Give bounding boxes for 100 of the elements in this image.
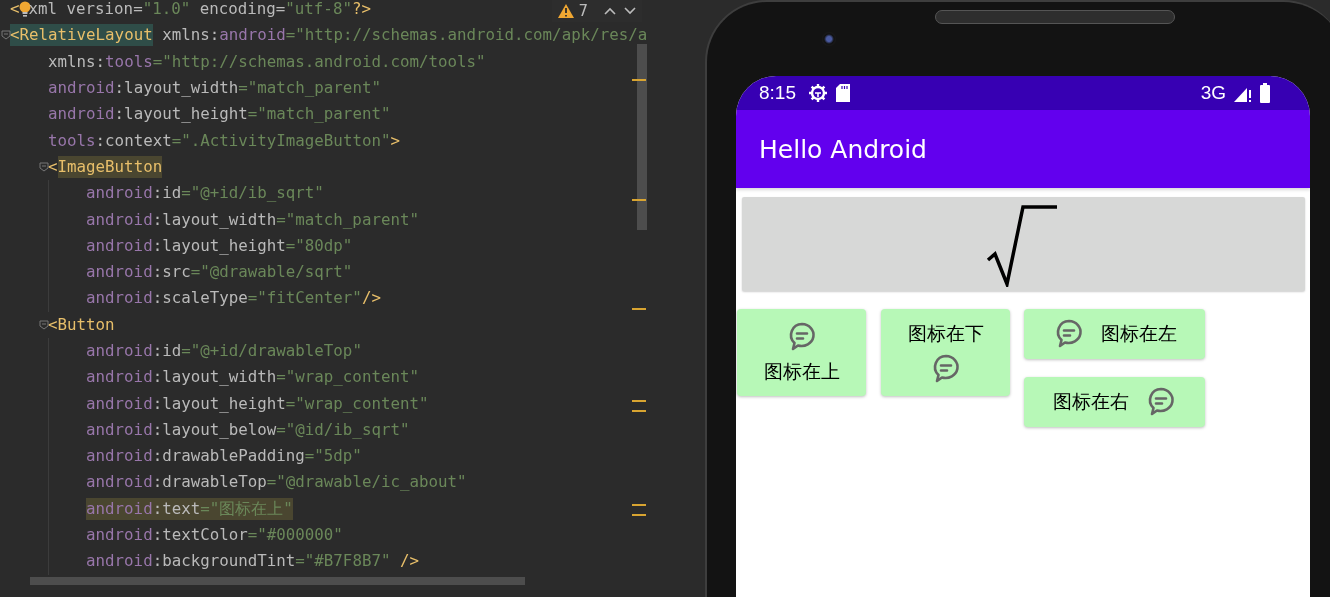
code-token: ="80dp" bbox=[285, 234, 353, 257]
code-token: ?> bbox=[351, 0, 371, 21]
code-token: ="@drawable/sqrt" bbox=[190, 261, 353, 284]
code-token: < bbox=[10, 24, 20, 47]
code-token: /> bbox=[361, 287, 381, 310]
warning-icon bbox=[558, 4, 575, 18]
code-token: :drawablePadding bbox=[152, 445, 305, 468]
code-token: ="#B7F8B7" bbox=[295, 550, 391, 573]
code-token: "utf-8" bbox=[285, 0, 352, 21]
code-token: :src bbox=[152, 261, 191, 284]
code-token: ="match_parent" bbox=[247, 103, 391, 126]
button-label: 图标在右 bbox=[1052, 389, 1129, 414]
code-token: android bbox=[86, 524, 153, 547]
code-token: :drawableTop bbox=[152, 471, 267, 494]
warning-marker[interactable] bbox=[632, 400, 646, 412]
code-token: :id bbox=[152, 182, 182, 205]
code-token: encoding= bbox=[198, 0, 286, 21]
code-token: android bbox=[86, 340, 153, 362]
warning-marker[interactable] bbox=[632, 79, 646, 81]
code-token: android bbox=[86, 287, 153, 310]
code-token: :layout_height bbox=[152, 392, 286, 415]
code-token: ="@+id/drawableTop" bbox=[181, 340, 362, 362]
code-token: ="wrap_content" bbox=[285, 392, 429, 415]
code-token: "1.0" bbox=[142, 0, 191, 21]
code-token: ="5dp" bbox=[304, 445, 362, 468]
code-token: ="#000000" bbox=[247, 524, 343, 547]
code-token: tools bbox=[48, 129, 96, 152]
code-token: :backgroundTint bbox=[152, 550, 296, 573]
code-token: xmlns: bbox=[161, 24, 220, 47]
code-token: :layout_height bbox=[114, 103, 248, 126]
code-token: < bbox=[48, 313, 58, 336]
warning-marker[interactable] bbox=[632, 504, 646, 516]
code-token: < bbox=[48, 155, 58, 178]
code-token: tools bbox=[105, 50, 153, 73]
code-token: android bbox=[219, 24, 286, 47]
fold-icon[interactable] bbox=[39, 319, 50, 330]
code-token: android bbox=[86, 418, 153, 441]
camera-lens bbox=[822, 32, 836, 46]
fold-icon[interactable] bbox=[1, 30, 11, 41]
code-token: xmlns: bbox=[48, 50, 106, 73]
code-token: :context bbox=[95, 129, 172, 152]
code-token: < bbox=[10, 0, 20, 21]
square-root-icon bbox=[986, 205, 1058, 287]
warning-marker[interactable] bbox=[632, 199, 646, 201]
code-token: :layout_height bbox=[152, 234, 286, 257]
code-token: Button bbox=[57, 313, 115, 336]
button-label: 图标在下 bbox=[907, 320, 984, 346]
sd-card-icon bbox=[836, 84, 850, 102]
code-token: =".ActivityImageButton" bbox=[171, 129, 391, 152]
battery-icon bbox=[1260, 83, 1270, 103]
code-token: android bbox=[86, 471, 153, 494]
lightbulb-icon[interactable] bbox=[18, 0, 31, 19]
warning-marker[interactable] bbox=[632, 308, 646, 310]
code-token: android bbox=[86, 208, 153, 231]
code-token: ="fitCenter" bbox=[247, 287, 362, 310]
code-token: android bbox=[86, 182, 153, 205]
code-token: RelativeLayout bbox=[19, 24, 153, 47]
code-token: :textColor bbox=[152, 524, 248, 547]
code-token: :layout_below bbox=[152, 418, 277, 441]
code-token: android bbox=[86, 234, 153, 257]
code-token: android bbox=[48, 77, 115, 100]
gear-icon bbox=[808, 83, 828, 103]
button-label: 图标在上 bbox=[763, 358, 840, 384]
button[interactable]: 图标在上 bbox=[737, 309, 866, 396]
code-token: ="match_parent" bbox=[276, 208, 419, 231]
code-token: :scaleType bbox=[152, 287, 248, 310]
fold-icon[interactable] bbox=[39, 161, 50, 172]
caret-up-icon[interactable] bbox=[604, 7, 616, 15]
code-token: android bbox=[86, 550, 153, 573]
code-token: android bbox=[86, 261, 153, 284]
code-token: ="@drawable/ic_about" bbox=[266, 471, 467, 494]
code-token: ="@+id/ib_sqrt" bbox=[181, 182, 324, 205]
status-time: 8:15 bbox=[759, 82, 796, 104]
code-token: ="match_parent" bbox=[238, 77, 381, 100]
scrollbar-thumb[interactable] bbox=[637, 44, 647, 230]
code-token: :layout_width bbox=[114, 77, 239, 100]
button[interactable]: 图标在右 bbox=[1024, 377, 1205, 427]
code-token: > bbox=[390, 129, 400, 152]
code-token: ="wrap_content" bbox=[276, 366, 419, 389]
caret-down-icon[interactable] bbox=[624, 7, 636, 15]
network-type: 3G bbox=[1200, 82, 1226, 104]
code-token: android bbox=[86, 445, 153, 468]
scrollbar-thumb[interactable] bbox=[30, 577, 525, 585]
code-token: android bbox=[48, 103, 115, 126]
code-token: android bbox=[86, 366, 153, 389]
code-token: xml version= bbox=[28, 0, 143, 21]
warning-count: 7 bbox=[578, 2, 588, 20]
code-token: ="图标在上" bbox=[200, 497, 293, 520]
code-token: android bbox=[86, 497, 153, 520]
button-label: 图标在左 bbox=[1100, 321, 1177, 346]
button[interactable]: 图标在左 bbox=[1024, 309, 1205, 359]
code-token: ="http://schemas.android.com/apk/res/a bbox=[285, 24, 648, 47]
code-token: /> bbox=[398, 550, 419, 573]
code-token: :text bbox=[152, 497, 201, 520]
code-token: ImageButton bbox=[57, 155, 163, 178]
code-token: :layout_width bbox=[152, 366, 277, 389]
button[interactable]: 图标在下 bbox=[881, 309, 1010, 396]
code-token: ="@id/ib_sqrt" bbox=[276, 418, 410, 441]
code-token: :layout_width bbox=[152, 208, 277, 231]
code-token: :id bbox=[152, 340, 182, 362]
